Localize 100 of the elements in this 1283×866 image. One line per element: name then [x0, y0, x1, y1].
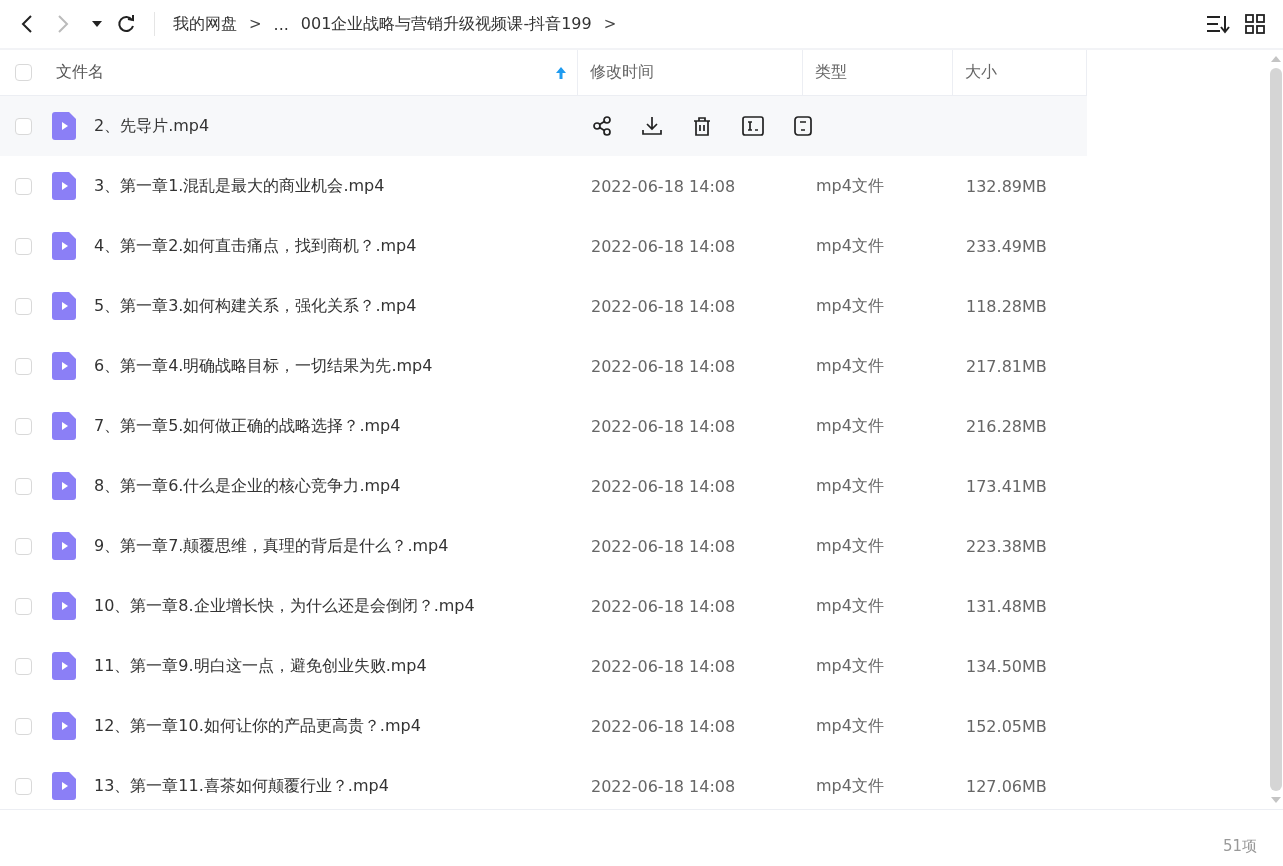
- file-size: 217.81MB: [966, 356, 1047, 376]
- file-name[interactable]: 13、第一章11.喜茶如何颠覆行业？.mp4: [94, 775, 389, 797]
- file-row[interactable]: 13、第一章11.喜茶如何颠覆行业？.mp4 2022-06-18 14:08 mp4文件 127.06MB: [0, 756, 1087, 816]
- breadcrumb-item[interactable]: ...: [273, 14, 289, 34]
- file-type: mp4文件: [816, 475, 884, 495]
- breadcrumb-item[interactable]: 我的网盘: [173, 13, 237, 35]
- modified-date: 2022-06-18 14:08: [591, 716, 736, 736]
- file-type: mp4文件: [816, 415, 884, 435]
- file-row[interactable]: 3、第一章1.混乱是最大的商业机会.mp4 2022-06-18 14:08 mp4文件 132.89MB: [0, 156, 1087, 216]
- file-name[interactable]: 10、第一章8.企业增长快，为什么还是会倒闭？.mp4: [94, 595, 475, 617]
- row-checkbox[interactable]: [14, 537, 32, 555]
- file-name[interactable]: 2、先导片.mp4: [94, 115, 210, 137]
- column-header[interactable]: 文件名: [56, 62, 555, 83]
- file-row[interactable]: 6、第一章4.明确战略目标，一切结果为先.mp4 2022-06-18 14:08 mp4文件 217.81MB: [0, 336, 1087, 396]
- file-name[interactable]: 4、第一章2.如何直击痛点，找到商机？.mp4: [94, 235, 417, 257]
- modified-date: 2022-06-18 14:08: [591, 656, 736, 676]
- file-row[interactable]: 7、第一章5.如何做正确的战略选择？.mp4 2022-06-18 14:08 mp4文件 216.28MB: [0, 396, 1087, 456]
- row-checkbox[interactable]: [14, 357, 32, 375]
- refresh-icon[interactable]: [116, 14, 136, 34]
- row-checkbox[interactable]: [14, 597, 32, 615]
- row-checkbox[interactable]: [14, 717, 32, 735]
- download-icon[interactable]: [642, 116, 662, 136]
- file-type: mp4文件: [816, 595, 884, 615]
- share-icon[interactable]: [592, 116, 612, 136]
- file-name[interactable]: 12、第一章10.如何让你的产品更高贵？.mp4: [94, 715, 421, 737]
- file-size: 132.89MB: [966, 176, 1047, 196]
- sort-icon[interactable]: [1205, 14, 1231, 34]
- file-size: 233.49MB: [966, 236, 1047, 256]
- file-name[interactable]: 5、第一章3.如何构建关系，强化关系？.mp4: [94, 295, 417, 317]
- row-checkbox[interactable]: [14, 777, 32, 795]
- file-size: 127.06MB: [966, 776, 1047, 796]
- file-row[interactable]: 4、第一章2.如何直击痛点，找到商机？.mp4 2022-06-18 14:08 mp4文件 233.49MB: [0, 216, 1087, 276]
- modified-date: 2022-06-18 14:08: [591, 296, 736, 316]
- document-icon[interactable]: [794, 116, 812, 136]
- file-type: mp4文件: [816, 535, 884, 555]
- column-header[interactable]: 类型: [815, 62, 847, 83]
- video-file-icon: [52, 112, 76, 140]
- file-name[interactable]: 6、第一章4.明确战略目标，一切结果为先.mp4: [94, 355, 433, 377]
- file-size: 131.48MB: [966, 596, 1047, 616]
- file-type: mp4文件: [816, 175, 884, 195]
- file-name[interactable]: 8、第一章6.什么是企业的核心竞争力.mp4: [94, 475, 401, 497]
- file-row[interactable]: 11、第一章9.明白这一点，避免创业失败.mp4 2022-06-18 14:08 mp4文件 134.50MB: [0, 636, 1087, 696]
- file-size: 223.38MB: [966, 536, 1047, 556]
- video-file-icon: [52, 232, 76, 260]
- file-type: mp4文件: [816, 775, 884, 795]
- grid-view-icon[interactable]: [1245, 14, 1265, 34]
- video-file-icon: [52, 292, 76, 320]
- sort-ascending-icon[interactable]: [555, 65, 567, 80]
- file-size: 216.28MB: [966, 416, 1047, 436]
- file-row[interactable]: 10、第一章8.企业增长快，为什么还是会倒闭？.mp4 2022-06-18 14:08 mp4文件 131.48MB: [0, 576, 1087, 636]
- video-file-icon: [52, 472, 76, 500]
- video-file-icon: [52, 532, 76, 560]
- file-type: mp4文件: [816, 355, 884, 375]
- modified-date: 2022-06-18 14:08: [591, 236, 736, 256]
- file-size: 152.05MB: [966, 716, 1047, 736]
- video-file-icon: [52, 412, 76, 440]
- breadcrumb-separator: >: [249, 15, 262, 33]
- row-checkbox[interactable]: [14, 177, 32, 195]
- row-checkbox[interactable]: [14, 657, 32, 675]
- row-checkbox[interactable]: [14, 417, 32, 435]
- file-name[interactable]: 7、第一章5.如何做正确的战略选择？.mp4: [94, 415, 401, 437]
- scroll-up-icon[interactable]: [1271, 56, 1281, 62]
- file-name[interactable]: 9、第一章7.颠覆思维，真理的背后是什么？.mp4: [94, 535, 449, 557]
- file-type: mp4文件: [816, 655, 884, 675]
- back-icon[interactable]: [20, 14, 34, 34]
- file-name[interactable]: 11、第一章9.明白这一点，避免创业失败.mp4: [94, 655, 427, 677]
- file-size: 118.28MB: [966, 296, 1047, 316]
- file-type: mp4文件: [816, 715, 884, 735]
- row-checkbox[interactable]: [14, 477, 32, 495]
- modified-date: 2022-06-18 14:08: [591, 536, 736, 556]
- row-checkbox[interactable]: [14, 237, 32, 255]
- video-file-icon: [52, 772, 76, 800]
- trash-icon[interactable]: [692, 116, 712, 136]
- file-row[interactable]: 5、第一章3.如何构建关系，强化关系？.mp4 2022-06-18 14:08 mp4文件 118.28MB: [0, 276, 1087, 336]
- text-cursor-icon[interactable]: [742, 116, 764, 136]
- file-row[interactable]: 12、第一章10.如何让你的产品更高贵？.mp4 2022-06-18 14:08 mp4文件 152.05MB: [0, 696, 1087, 756]
- video-file-icon: [52, 172, 76, 200]
- file-type: mp4文件: [816, 295, 884, 315]
- modified-date: 2022-06-18 14:08: [591, 176, 736, 196]
- select-all-checkbox[interactable]: [14, 64, 32, 81]
- file-name[interactable]: 3、第一章1.混乱是最大的商业机会.mp4: [94, 175, 385, 197]
- file-row[interactable]: 8、第一章6.什么是企业的核心竞争力.mp4 2022-06-18 14:08 mp4文件 173.41MB: [0, 456, 1087, 516]
- modified-date: 2022-06-18 14:08: [591, 776, 736, 796]
- file-type: mp4文件: [816, 235, 884, 255]
- file-size: 134.50MB: [966, 656, 1047, 676]
- video-file-icon: [52, 352, 76, 380]
- modified-date: 2022-06-18 14:08: [591, 356, 736, 376]
- column-header[interactable]: 大小: [965, 62, 997, 83]
- caret-icon[interactable]: [92, 21, 102, 27]
- video-file-icon: [52, 652, 76, 680]
- file-row[interactable]: 2、先导片.mp4: [0, 96, 1087, 156]
- video-file-icon: [52, 592, 76, 620]
- row-checkbox[interactable]: [14, 117, 32, 135]
- modified-date: 2022-06-18 14:08: [591, 596, 736, 616]
- scroll-down-icon[interactable]: [1271, 797, 1281, 803]
- breadcrumb-item[interactable]: 001企业战略与营销升级视频课-抖音199: [300, 13, 592, 35]
- row-checkbox[interactable]: [14, 297, 32, 315]
- column-header[interactable]: 修改时间: [590, 62, 654, 83]
- modified-date: 2022-06-18 14:08: [591, 476, 736, 496]
- file-row[interactable]: 9、第一章7.颠覆思维，真理的背后是什么？.mp4 2022-06-18 14:08 mp4文件 223.38MB: [0, 516, 1087, 576]
